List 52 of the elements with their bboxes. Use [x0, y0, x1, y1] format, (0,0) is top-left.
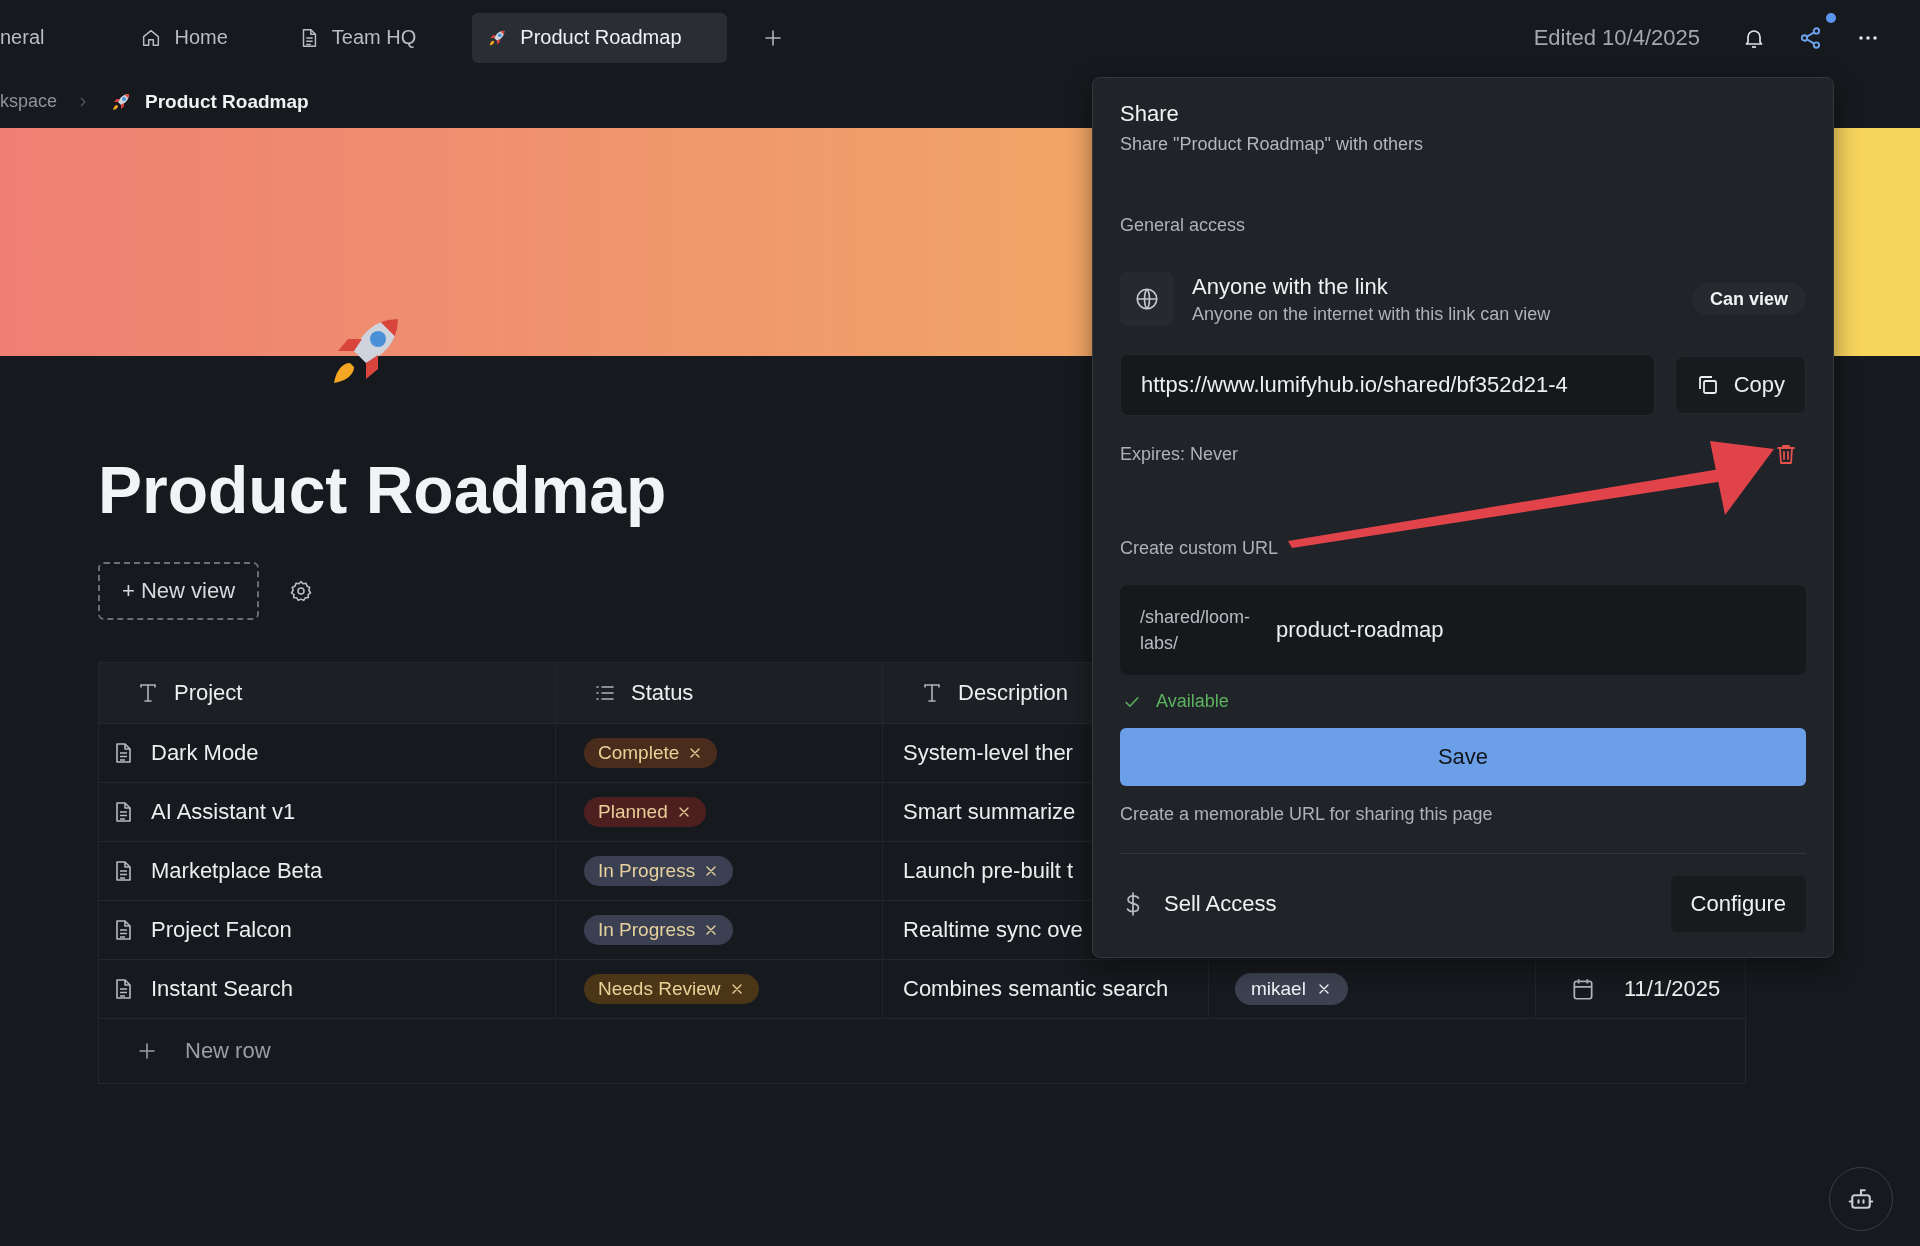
hint-text: Create a memorable URL for sharing this page [1120, 804, 1494, 825]
tab[interactable]: Team HQ [283, 12, 451, 63]
description-text: Smart summarize [902, 799, 1076, 825]
availability-text: Available [1156, 691, 1229, 712]
page-title: Product Roadmap [98, 452, 667, 529]
tab[interactable]: neral [0, 12, 79, 63]
date-text: 11/1/2025 [1624, 976, 1721, 1002]
panel-subtitle: Share "Product Roadmap" with others [1120, 134, 1424, 155]
new-row-button[interactable]: New row [185, 1038, 271, 1064]
project-name[interactable]: Dark Mode [151, 740, 259, 766]
link-field[interactable]: https://www.lumifyhub.io/shared/bf352d21-4 [1120, 354, 1655, 416]
globe-icon [1134, 286, 1160, 312]
copy-button[interactable]: Copy [1674, 356, 1806, 414]
project-name[interactable]: AI Assistant v1 [151, 799, 296, 825]
breadcrumb-link[interactable]: kspace [0, 91, 58, 112]
assignee-tag[interactable]: mikael [1235, 973, 1348, 1005]
settings-icon[interactable] [289, 579, 314, 603]
url-prefix: /shared/loom-labs/ [1140, 606, 1252, 655]
status-tag[interactable]: Complete [584, 738, 718, 768]
column-header[interactable]: Project [174, 680, 243, 706]
delete-icon[interactable] [1774, 442, 1798, 466]
project-name[interactable]: Project Falcon [151, 917, 292, 943]
column-header[interactable]: Description [958, 680, 1069, 706]
section-label: General access [1120, 215, 1247, 236]
panel-title: Share [1120, 100, 1180, 128]
breadcrumb-link[interactable]: Product Roadmap [145, 90, 309, 113]
save-button[interactable]: Save [1120, 728, 1806, 786]
description-text: System-level ther [902, 740, 1073, 766]
project-name[interactable]: Instant Search [151, 976, 293, 1002]
edited-date: Edited 10/4/2025 [1533, 24, 1700, 51]
configure-button[interactable]: Configure [1670, 876, 1806, 932]
calendar-icon [1570, 976, 1596, 1002]
new-view-button[interactable]: + New view [98, 562, 260, 620]
column-header[interactable]: Status [631, 680, 694, 706]
access-title: Anyone with the link [1192, 273, 1389, 300]
status-tag[interactable]: In Progress [584, 856, 734, 886]
access-description: Anyone on the internet with this link can view [1192, 303, 1551, 325]
permission-button[interactable]: Can view [1691, 283, 1806, 315]
expiry-text: Expires: Never [1120, 443, 1239, 465]
description-text: Combines semantic search [902, 976, 1169, 1002]
url-slug: product-roadmap [1276, 617, 1444, 643]
tab[interactable]: Home [126, 12, 262, 63]
status-tag[interactable]: In Progress [584, 915, 734, 945]
description-text: Realtime sync ove [902, 917, 1083, 943]
status-tag[interactable]: Needs Review [584, 974, 759, 1004]
description-text: Launch pre-built t [902, 858, 1073, 884]
status-tag[interactable]: Planned [584, 797, 706, 827]
sell-access-label: Sell Access [1164, 891, 1277, 917]
section-label: Create custom URL [1120, 538, 1280, 559]
custom-url-field[interactable]: /shared/loom-labs/ product-roadmap [1120, 585, 1806, 675]
tab[interactable]: Product Roadmap [472, 12, 727, 63]
project-name[interactable]: Marketplace Beta [151, 858, 323, 884]
